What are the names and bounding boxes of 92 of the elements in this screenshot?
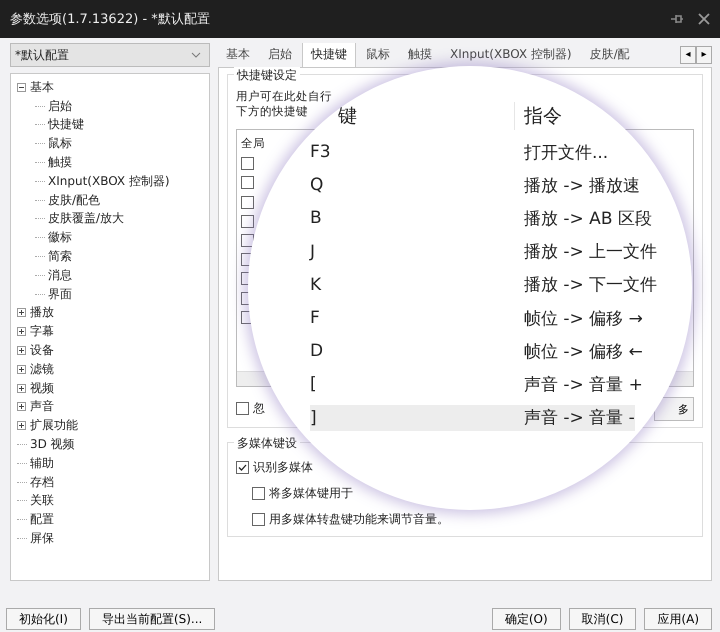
tree-item[interactable]: 扩展功能	[30, 417, 78, 434]
hotkey-row[interactable]: Q 播放 -> 播放速	[310, 172, 640, 198]
tree-item[interactable]: XInput(XBOX 控制器)	[48, 172, 170, 190]
expand-icon[interactable]	[17, 421, 27, 430]
hotkey-row[interactable]: [ 声音 -> 音量 +	[310, 371, 643, 398]
key-cell-text: F	[310, 308, 321, 328]
scroll-right-button[interactable]: ▸	[696, 46, 712, 64]
key-cell-text: B	[310, 208, 323, 228]
tree-item[interactable]: 滤镜	[30, 360, 54, 378]
tab[interactable]: 鼠标	[358, 43, 398, 67]
hotkey-row[interactable]: ] 声音 -> 音量 -	[310, 404, 635, 431]
collapse-icon[interactable]	[17, 82, 27, 92]
command-cell-text: 帧位 -> 偏移 ←	[524, 340, 643, 363]
tab[interactable]: 快捷键	[302, 43, 356, 67]
expand-icon[interactable]	[17, 384, 27, 393]
key-cell-text: [	[310, 374, 318, 394]
tab[interactable]: 皮肤/配	[582, 43, 638, 67]
tree-item[interactable]: 皮肤/配色	[48, 192, 100, 209]
dialog-button[interactable]: 应用(A)	[644, 608, 712, 630]
tree-item[interactable]: 屏保	[30, 530, 54, 548]
expand-icon[interactable]	[17, 346, 27, 356]
tree-item[interactable]: 存档	[30, 474, 54, 491]
key-cell-text: K	[310, 274, 322, 295]
command-cell-text: 声音 -> 音量 +	[524, 374, 643, 396]
dialog-button[interactable]: 初始化(I)	[6, 608, 81, 630]
dialog-button[interactable]: 导出当前配置(S)...	[88, 608, 216, 630]
checkbox[interactable]	[236, 461, 249, 474]
column-header: 键	[338, 104, 357, 129]
tree-item[interactable]: 启始	[48, 98, 72, 115]
tree-item[interactable]: 视频	[30, 380, 54, 397]
command-cell-text: 播放 -> 下一文件	[524, 274, 658, 296]
tree-item[interactable]: 播放	[30, 304, 54, 322]
tree-item[interactable]: 3D 视频	[30, 436, 75, 454]
tree-item[interactable]: 辅助	[30, 454, 54, 472]
hotkey-row[interactable]: D 帧位 -> 偏移 ←	[310, 338, 643, 364]
tree-item[interactable]: 触摸	[48, 154, 72, 172]
dialog-button[interactable]: 取消(C)	[568, 608, 636, 630]
tree-item[interactable]: 关联	[30, 492, 54, 510]
key-cell-text: F3	[310, 142, 332, 162]
hotkey-row[interactable]: F3 打开文件...	[310, 139, 608, 165]
dialog-button[interactable]: 确定(O)	[492, 608, 561, 630]
hotkey-row[interactable]: J 播放 -> 上一文件	[310, 238, 658, 265]
hotkey-row[interactable]: K 播放 -> 下一文件	[310, 272, 658, 298]
column-header: 指令	[524, 104, 562, 129]
tab[interactable]: 启始	[260, 43, 300, 67]
expand-icon[interactable]	[17, 402, 27, 412]
checkbox[interactable]	[236, 402, 249, 414]
tab[interactable]: XInput(XBOX 控制器)	[442, 43, 580, 67]
profile-dropdown[interactable]: *默认配置	[10, 43, 210, 67]
tab[interactable]: 基本	[218, 43, 258, 67]
tree-item[interactable]: 字幕	[30, 323, 54, 340]
description-text: 用户可在此处自行	[236, 89, 332, 104]
checkbox-label: 忽	[253, 400, 265, 416]
chevron-down-icon	[191, 52, 201, 58]
side-button[interactable]: 多	[654, 397, 694, 421]
checkbox-label: 识别多媒体	[253, 459, 313, 476]
expand-icon[interactable]	[17, 364, 27, 374]
checkbox[interactable]	[252, 513, 265, 526]
key-cell-text: Q	[310, 175, 324, 196]
key-cell-text: J	[310, 242, 316, 262]
tree-item[interactable]: 配置	[30, 511, 54, 528]
command-cell-text: 帧位 -> 偏移 →	[524, 308, 643, 330]
tab[interactable]: 触摸	[400, 43, 440, 67]
tree-item[interactable]: 基本	[30, 78, 54, 96]
tree-item[interactable]: 快捷键	[48, 116, 84, 134]
description-text: 下方的快捷键	[236, 104, 308, 119]
hotkey-row[interactable]: B 播放 -> AB 区段	[310, 205, 652, 232]
command-cell-text: 打开文件...	[524, 142, 608, 164]
window-title: 参数选项(1.7.13622) - *默认配置	[10, 11, 210, 28]
command-cell-text: 播放 -> 上一文件	[524, 241, 658, 264]
column-header[interactable]: 全局	[241, 136, 265, 151]
checkbox-label: 用多媒体转盘键功能来调节音量。	[269, 511, 449, 528]
tree-item[interactable]: 声音	[30, 398, 54, 416]
tree-item[interactable]: 鼠标	[48, 135, 72, 152]
hotkey-row[interactable]: F 帧位 -> 偏移 →	[310, 305, 643, 331]
expand-icon[interactable]	[17, 327, 27, 336]
expand-icon[interactable]	[17, 308, 27, 318]
tree-item[interactable]: 界面	[48, 286, 72, 303]
tree-item[interactable]: 徽标	[48, 229, 72, 246]
scroll-left-button[interactable]: ◂	[680, 46, 696, 64]
close-icon[interactable]	[698, 13, 710, 25]
key-cell-text: ]	[310, 408, 318, 428]
command-cell-text: 播放 -> 播放速	[524, 174, 640, 197]
tree-item[interactable]: 设备	[30, 342, 54, 360]
key-cell-text: D	[310, 341, 324, 362]
command-cell-text: 声音 -> 音量 -	[524, 407, 635, 430]
tree-item[interactable]: 消息	[48, 266, 72, 284]
checkbox-label: 将多媒体键用于	[269, 485, 353, 502]
pin-icon[interactable]	[670, 13, 684, 25]
tree-item[interactable]: 皮肤覆盖/放大	[48, 210, 124, 228]
command-cell-text: 播放 -> AB 区段	[524, 208, 652, 230]
tree-item[interactable]: 简索	[48, 248, 72, 266]
